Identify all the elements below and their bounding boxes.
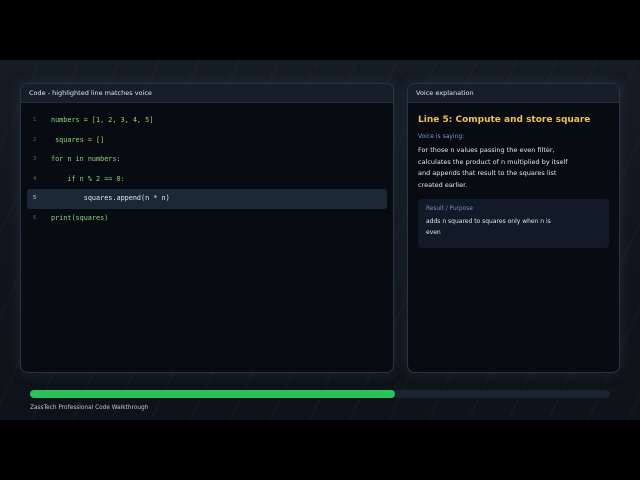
line-code: print(squares)	[51, 213, 109, 222]
line-code: squares = []	[51, 135, 105, 144]
code-line-6[interactable]: 6 print(squares)	[21, 209, 393, 229]
voice-saying-label: Voice is saying:	[418, 133, 465, 140]
code-line-4[interactable]: 4 if n % 2 == 0:	[21, 170, 393, 190]
result-label: Result / Purpose	[426, 206, 473, 212]
voice-body: Line 5: Compute and store square Voice i…	[408, 103, 619, 248]
progress-fill	[30, 390, 396, 398]
code-panel-header: Code - highlighted line matches voice	[21, 84, 393, 103]
voice-title: Line 5: Compute and store square	[418, 115, 591, 125]
progress-bar[interactable]	[30, 390, 610, 398]
code-line-5-highlighted[interactable]: 5 squares.append(n * n)	[27, 189, 387, 209]
line-code: if n % 2 == 0:	[51, 174, 125, 183]
line-code: squares.append(n * n)	[51, 194, 170, 202]
code-line-1[interactable]: 1 numbers = [1, 2, 3, 4, 5]	[21, 111, 393, 131]
line-number: 2	[33, 136, 37, 143]
code-panel: Code - highlighted line matches voice 1 …	[21, 84, 393, 372]
result-box: Result / Purpose adds n squared to squar…	[418, 199, 609, 248]
voice-panel-header: Voice explanation	[408, 84, 619, 103]
line-number: 1	[33, 117, 37, 123]
line-code: numbers = [1, 2, 3, 4, 5]	[51, 116, 154, 124]
code-line-3[interactable]: 3 for n in numbers:	[21, 150, 393, 170]
line-number: 5	[33, 195, 37, 201]
line-number: 4	[33, 175, 37, 182]
result-text: adds n squared to squares only when n is…	[426, 218, 551, 236]
line-number: 6	[33, 214, 37, 221]
code-line-2[interactable]: 2 squares = []	[21, 131, 393, 151]
line-code: for n in numbers:	[51, 155, 121, 163]
line-number: 3	[33, 156, 37, 162]
voice-text: For those n values passing the even filt…	[418, 146, 568, 189]
code-body: 1 numbers = [1, 2, 3, 4, 5] 2 squares = …	[21, 103, 393, 228]
footer-text: ZassTech Professional Code Walkthrough	[30, 405, 149, 411]
voice-panel: Voice explanation Line 5: Compute and st…	[408, 84, 619, 372]
